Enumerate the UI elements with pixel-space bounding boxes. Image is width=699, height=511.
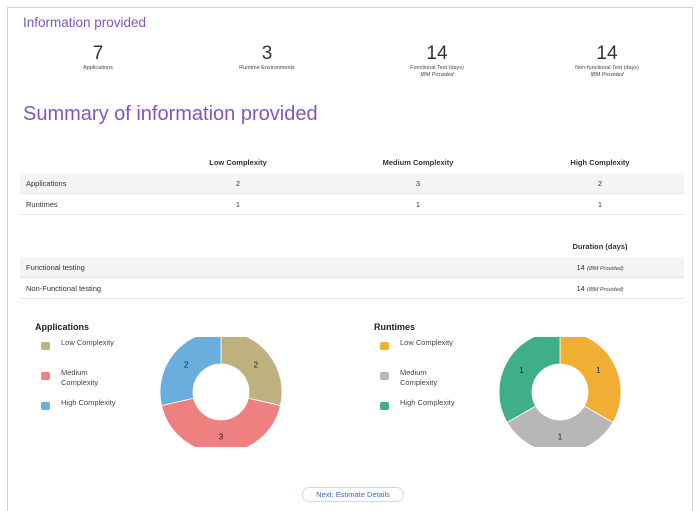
column-header: Low Complexity — [209, 158, 267, 167]
applications-chart-title: Applications — [35, 322, 90, 332]
row-label: Applications — [26, 179, 67, 188]
legend-label: High Complexity — [400, 398, 455, 407]
stat-value: 14 — [596, 43, 618, 64]
table-cell: 2 — [235, 179, 241, 188]
duration-note: (IBM Provided) — [586, 287, 624, 293]
legend-label: High Complexity — [61, 398, 116, 407]
stat-runtime-environments: 3 Runtime Environments — [197, 44, 337, 72]
table-row: Non-Functional testing 14 (IBM Provided) — [20, 278, 684, 299]
slice-value-label: 1 — [519, 366, 524, 375]
table-row: Functional testing 14 (IBM Provided) — [20, 257, 684, 278]
stat-label: Non-functional Test (days) — [575, 65, 639, 71]
stat-non-functional-test: 14 Non-functional Test (days) IBM Provid… — [537, 44, 677, 79]
table-header-row: Duration (days) — [20, 236, 684, 257]
slice-value-label: 2 — [254, 360, 259, 369]
table-row: Runtimes 1 1 1 — [20, 194, 684, 215]
column-header: High Complexity — [570, 158, 630, 167]
column-header: Duration (days) — [572, 242, 628, 251]
table-cell: 3 — [415, 179, 421, 188]
stat-value: 3 — [261, 43, 273, 64]
runtimes-donut-chart: 1 1 1 — [498, 337, 622, 447]
legend-label: Low Complexity — [400, 338, 453, 347]
donut-slice — [220, 337, 283, 407]
stat-sub-label: IBM Provided — [590, 72, 624, 78]
table-cell: 1 — [597, 200, 603, 209]
legend-swatch — [380, 342, 389, 350]
legend-swatch — [380, 402, 389, 410]
stat-applications: 7 Applications — [28, 44, 168, 72]
legend-swatch — [380, 372, 389, 380]
next-estimate-details-button[interactable]: Next: Estimate Details — [302, 487, 404, 502]
applications-donut-chart: 2 3 2 — [159, 337, 283, 447]
slice-value-label: 3 — [219, 433, 224, 442]
summary-title: Summary of information provided — [23, 103, 318, 125]
table-header-row: Low Complexity Medium Complexity High Co… — [20, 152, 684, 173]
info-provided-title: Information provided — [23, 15, 147, 30]
runtimes-chart-title: Runtimes — [374, 322, 416, 332]
donut-slice — [159, 337, 222, 407]
stat-functional-test: 14 Functional Test (days) IBM Provided — [367, 44, 507, 79]
stat-value: 7 — [92, 43, 104, 64]
duration-table: Duration (days) Functional testing 14 (I… — [20, 236, 684, 299]
slice-value-label: 2 — [184, 360, 189, 369]
duration-note: (IBM Provided) — [586, 266, 624, 272]
stat-label: Applications — [83, 65, 113, 71]
row-label: Functional testing — [26, 263, 85, 272]
stat-sub-label: IBM Provided — [420, 72, 454, 78]
duration-value: 14 — [576, 284, 585, 293]
legend-label: Low Complexity — [61, 338, 114, 347]
legend-label: Medium Complexity — [400, 368, 438, 387]
stat-label: Runtime Environments — [239, 65, 295, 71]
legend-label: Medium Complexity — [61, 368, 99, 387]
table-cell: 14 (IBM Provided) — [540, 278, 660, 301]
donut-slice — [498, 337, 561, 424]
row-label: Runtimes — [26, 200, 58, 209]
table-row: Applications 2 3 2 — [20, 173, 684, 194]
slice-value-label: 1 — [596, 366, 601, 375]
table-cell: 1 — [415, 200, 421, 209]
stat-value: 14 — [426, 43, 448, 64]
slice-value-label: 1 — [558, 433, 563, 442]
column-header: Medium Complexity — [382, 158, 454, 167]
table-cell: 14 (IBM Provided) — [540, 257, 660, 280]
row-label: Non-Functional testing — [26, 284, 102, 293]
table-cell: 1 — [235, 200, 241, 209]
table-cell: 2 — [597, 179, 603, 188]
stat-label: Functional Test (days) — [410, 65, 464, 71]
legend-swatch — [41, 402, 50, 410]
duration-value: 14 — [576, 263, 585, 272]
legend-swatch — [41, 372, 50, 380]
legend-swatch — [41, 342, 50, 350]
complexity-table: Low Complexity Medium Complexity High Co… — [20, 152, 684, 215]
